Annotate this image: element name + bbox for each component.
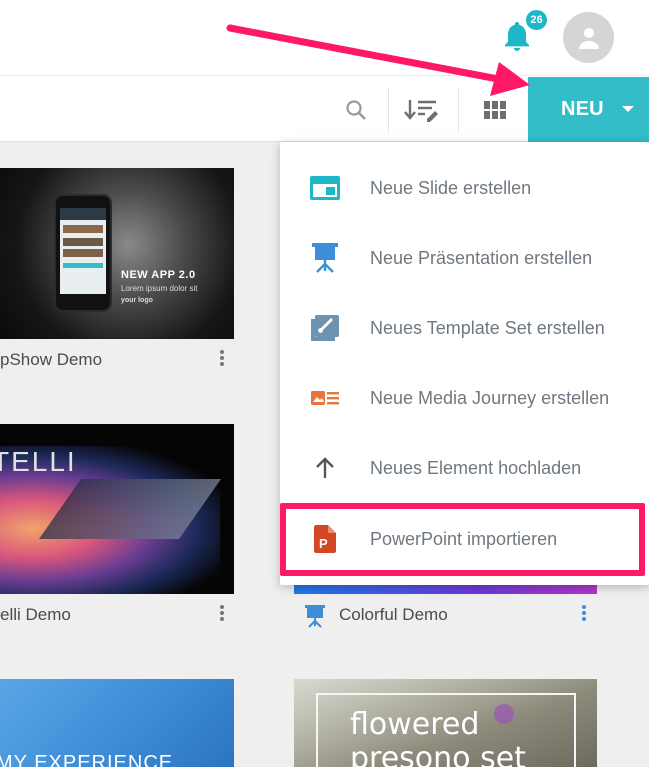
search-icon xyxy=(346,99,366,120)
menu-item-new-template-set[interactable]: Neues Template Set erstellen xyxy=(280,293,649,363)
user-icon xyxy=(578,27,599,49)
thumbnail-headline: flowered xyxy=(350,707,480,742)
thumbnail-subtext: Lorem ipsum dolor sit xyxy=(121,284,198,293)
template-brush-icon xyxy=(310,313,340,343)
flower-image xyxy=(494,704,514,724)
menu-item-label: Neues Template Set erstellen xyxy=(370,317,605,338)
sort-button[interactable] xyxy=(400,77,444,142)
upload-arrow-icon xyxy=(310,453,340,483)
presentation-title[interactable]: Colorful Demo xyxy=(339,605,448,625)
new-button-label: NEU xyxy=(561,98,604,120)
menu-item-import-powerpoint[interactable]: P PowerPoint importieren xyxy=(280,504,649,574)
menu-item-new-slide[interactable]: Neue Slide erstellen xyxy=(280,153,649,223)
thumbnail-headline: TELLI xyxy=(0,446,77,477)
menu-item-new-presentation[interactable]: Neue Präsentation erstellen xyxy=(280,223,649,293)
presentation-thumbnail[interactable]: flowered presono set xyxy=(294,679,597,767)
toolbar: NEU xyxy=(0,77,649,142)
menu-item-label: PowerPoint importieren xyxy=(370,528,558,549)
presentation-thumbnail[interactable]: NEW APP 2.0 Lorem ipsum dolor sit your l… xyxy=(0,168,234,339)
menu-item-upload-element[interactable]: Neues Element hochladen xyxy=(280,433,649,503)
more-options-icon[interactable] xyxy=(220,605,224,623)
presentation-title[interactable]: pShow Demo xyxy=(0,350,102,370)
thumbnail-headline: NEW APP 2.0 xyxy=(121,269,196,281)
toolbar-divider xyxy=(388,87,389,132)
grid-view-icon xyxy=(484,100,506,119)
menu-item-new-media-journey[interactable]: Neue Media Journey erstellen xyxy=(280,363,649,433)
svg-text:P: P xyxy=(319,536,328,551)
menu-item-label: Neues Element hochladen xyxy=(370,457,582,478)
grid-view-button[interactable] xyxy=(480,77,510,142)
more-options-icon[interactable] xyxy=(220,350,224,368)
thumbnail-subheadline: presono set xyxy=(350,741,526,767)
presentation-title[interactable]: elli Demo xyxy=(0,605,71,625)
slide-icon xyxy=(310,173,340,203)
menu-item-label: Neue Media Journey erstellen xyxy=(370,387,610,408)
sort-edit-icon xyxy=(404,99,438,122)
top-bar: 26 xyxy=(0,0,649,76)
presentation-icon xyxy=(310,243,340,273)
new-dropdown-menu: Neue Slide erstellen Neue Präsentation e… xyxy=(280,142,649,585)
phone-mockup xyxy=(54,194,112,312)
user-avatar[interactable] xyxy=(563,12,614,63)
search-button[interactable] xyxy=(340,77,372,142)
more-options-icon[interactable] xyxy=(582,605,586,623)
powerpoint-icon: P xyxy=(310,524,340,554)
notification-count-badge: 26 xyxy=(524,8,549,32)
thumbnail-headline: MY EXPERIENCE xyxy=(0,752,174,767)
media-journey-icon xyxy=(310,383,340,413)
presentation-icon xyxy=(304,604,326,628)
menu-item-label: Neue Slide erstellen xyxy=(370,177,532,198)
chevron-down-icon xyxy=(622,106,634,112)
toolbar-divider xyxy=(458,87,459,132)
presentation-thumbnail[interactable]: MY EXPERIENCE xyxy=(0,679,234,767)
thumbnail-logo-text: your logo xyxy=(121,297,153,304)
presentation-thumbnail[interactable]: TELLI xyxy=(0,424,234,594)
new-button[interactable]: NEU xyxy=(528,77,649,142)
menu-item-label: Neue Präsentation erstellen xyxy=(370,247,593,268)
